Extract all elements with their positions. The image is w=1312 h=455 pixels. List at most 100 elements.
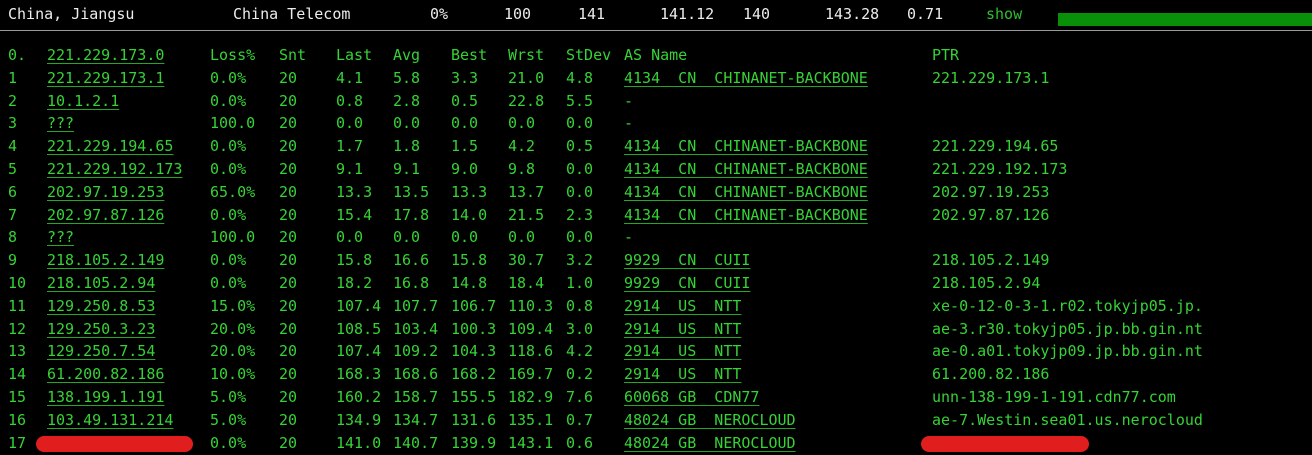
cell-wrst: 9.8 bbox=[508, 159, 536, 178]
cell-wrst: 0.0 bbox=[508, 114, 536, 133]
cell-hop: 16 bbox=[8, 410, 27, 429]
cell-host[interactable]: 61.200.82.186 bbox=[47, 363, 164, 386]
cell-host[interactable]: 129.250.3.23 bbox=[47, 318, 155, 341]
cell-wrst: 182.9 bbox=[508, 387, 554, 406]
cell-host[interactable]: 103.49.131.214 bbox=[47, 409, 173, 432]
cell-loss: 0.0% bbox=[210, 433, 247, 452]
cell-wrst: 143.1 bbox=[508, 433, 554, 452]
cell-host[interactable]: 129.250.7.54 bbox=[47, 340, 155, 363]
cell-host[interactable]: 221.229.194.65 bbox=[47, 135, 173, 158]
summary-header: China, Jiangsu China Telecom 0% 100 141 … bbox=[0, 0, 1312, 31]
col-last: Last bbox=[336, 46, 373, 64]
cell-best: 14.0 bbox=[451, 205, 488, 224]
cell-loss: 0.0% bbox=[210, 273, 247, 292]
table-row: 3??? 100.0 20 0.0 0.0 0.0 0.0 0.0 - bbox=[0, 112, 1312, 135]
cell-last: 1.7 bbox=[336, 137, 364, 156]
cell-asname[interactable]: 9929 CN CUII bbox=[624, 272, 750, 295]
show-toggle-link[interactable]: show bbox=[986, 5, 1022, 23]
cell-asname[interactable]: 4134 CN CHINANET-BACKBONE bbox=[624, 181, 868, 204]
cell-best: 100.3 bbox=[451, 319, 497, 338]
cell-host[interactable]: ??? bbox=[47, 112, 74, 135]
cell-stdev: 0.0 bbox=[566, 114, 594, 133]
table-row: 12 129.250.3.23 20.0% 20 108.5 103.4 100.3 109.… bbox=[0, 318, 1312, 341]
cell-host[interactable]: 129.250.8.53 bbox=[47, 295, 155, 318]
cell-snt: 20 bbox=[279, 365, 298, 384]
cell-hop: 14 bbox=[8, 365, 27, 384]
cell-loss: 15.0% bbox=[210, 296, 256, 315]
cell-host[interactable]: 202.97.19.253 bbox=[47, 181, 164, 204]
cell-stdev: 4.2 bbox=[566, 342, 594, 361]
cell-host[interactable]: 218.105.2.149 bbox=[47, 249, 164, 272]
cell-snt: 20 bbox=[279, 91, 298, 110]
col-avg: Avg bbox=[393, 46, 421, 64]
cell-avg: 9.1 bbox=[393, 159, 421, 178]
cell-snt: 20 bbox=[279, 410, 298, 429]
cell-best: 155.5 bbox=[451, 387, 497, 406]
table-row: 4 221.229.194.65 0.0% 20 1.7 1.8 1.5 4.2 0.5 4134… bbox=[0, 135, 1312, 158]
cell-loss: 5.0% bbox=[210, 387, 247, 406]
cell-asname[interactable]: 4134 CN CHINANET-BACKBONE bbox=[624, 135, 868, 158]
summary-worst: 143.28 bbox=[825, 5, 880, 23]
cell-asname[interactable]: 2914 US NTT bbox=[624, 295, 741, 318]
cell-ptr: xe-0-12-0-3-1.r02.tokyjp05.jp. bbox=[932, 296, 1203, 315]
cell-asname[interactable]: 9929 CN CUII bbox=[624, 249, 750, 272]
cell-last: 9.1 bbox=[336, 159, 364, 178]
cell-ptr: 202.97.87.126 bbox=[932, 205, 1050, 224]
cell-host[interactable]: 202.97.87.126 bbox=[47, 204, 164, 227]
cell-host[interactable]: 221.229.192.173 bbox=[47, 158, 182, 181]
cell-host[interactable]: ??? bbox=[47, 226, 74, 249]
cell-last: 15.8 bbox=[336, 251, 373, 270]
cell-asname[interactable]: 48024 GB NEROCLOUD bbox=[624, 432, 796, 455]
cell-asname[interactable]: 48024 GB NEROCLOUD bbox=[624, 409, 796, 432]
col-host[interactable]: 221.229.173.0 bbox=[47, 44, 164, 67]
cell-best: 14.8 bbox=[451, 273, 488, 292]
cell-host[interactable]: 221.229.173.1 bbox=[47, 67, 164, 90]
col-loss: Loss% bbox=[210, 46, 256, 64]
cell-snt: 20 bbox=[279, 387, 298, 406]
cell-asname[interactable]: 4134 CN CHINANET-BACKBONE bbox=[624, 204, 868, 227]
cell-avg: 107.7 bbox=[393, 296, 439, 315]
cell-asname[interactable]: 4134 CN CHINANET-BACKBONE bbox=[624, 67, 868, 90]
table-row: 8??? 100.0 20 0.0 0.0 0.0 0.0 0.0 - bbox=[0, 226, 1312, 249]
cell-stdev: 0.0 bbox=[566, 228, 594, 247]
cell-host[interactable]: 218.105.2.94 bbox=[47, 272, 155, 295]
cell-ptr: unn-138-199-1-191.cdn77.com bbox=[932, 387, 1176, 406]
cell-hop: 7 bbox=[8, 205, 18, 224]
cell-avg: 0.0 bbox=[393, 228, 421, 247]
cell-wrst: 169.7 bbox=[508, 365, 554, 384]
progress-bar-fill bbox=[1058, 13, 1312, 26]
cell-host[interactable]: 138.199.1.191 bbox=[47, 386, 164, 409]
cell-asname[interactable]: 60068 GB CDN77 bbox=[624, 386, 759, 409]
cell-ptr: 221.229.194.65 bbox=[932, 137, 1059, 156]
cell-snt: 20 bbox=[279, 433, 298, 452]
cell-last: 4.1 bbox=[336, 68, 364, 87]
table-row: 10 218.105.2.94 0.0% 20 18.2 16.8 14.8 18.4 1.0 9… bbox=[0, 272, 1312, 295]
cell-hop: 13 bbox=[8, 342, 27, 361]
location-label: China, Jiangsu bbox=[8, 5, 135, 23]
cell-stdev: 0.6 bbox=[566, 433, 594, 452]
cell-hop: 5 bbox=[8, 159, 18, 178]
cell-loss: 0.0% bbox=[210, 251, 247, 270]
cell-asname[interactable]: 4134 CN CHINANET-BACKBONE bbox=[624, 158, 868, 181]
cell-loss: 100.0 bbox=[210, 114, 256, 133]
summary-last: 141 bbox=[578, 5, 606, 23]
summary-stdev: 0.71 bbox=[907, 5, 944, 23]
cell-asname[interactable]: 2914 US NTT bbox=[624, 340, 741, 363]
table-row: 7 202.97.87.126 0.0% 20 15.4 17.8 14.0 21.5 2.3 4… bbox=[0, 204, 1312, 227]
cell-snt: 20 bbox=[279, 68, 298, 87]
cell-stdev: 1.0 bbox=[566, 273, 594, 292]
cell-stdev: 0.2 bbox=[566, 365, 594, 384]
table-header-row: 0. 221.229.173.0 Loss% Snt Last Avg Best… bbox=[0, 44, 1312, 67]
cell-loss: 5.0% bbox=[210, 410, 247, 429]
cell-host[interactable]: 10.1.2.1 bbox=[47, 90, 119, 113]
cell-hop: 3 bbox=[8, 114, 18, 133]
cell-snt: 20 bbox=[279, 205, 298, 224]
cell-asname[interactable]: 2914 US NTT bbox=[624, 363, 741, 386]
table-row: 9 218.105.2.149 0.0% 20 15.8 16.6 15.8 30.7 3.2 9… bbox=[0, 249, 1312, 272]
cell-best: 9.0 bbox=[451, 159, 479, 178]
cell-asname[interactable]: 2914 US NTT bbox=[624, 318, 741, 341]
cell-wrst: 118.6 bbox=[508, 342, 554, 361]
cell-wrst: 13.7 bbox=[508, 182, 545, 201]
cell-wrst: 21.5 bbox=[508, 205, 545, 224]
table-row: 13 129.250.7.54 20.0% 20 107.4 109.2 104.3 118.… bbox=[0, 340, 1312, 363]
